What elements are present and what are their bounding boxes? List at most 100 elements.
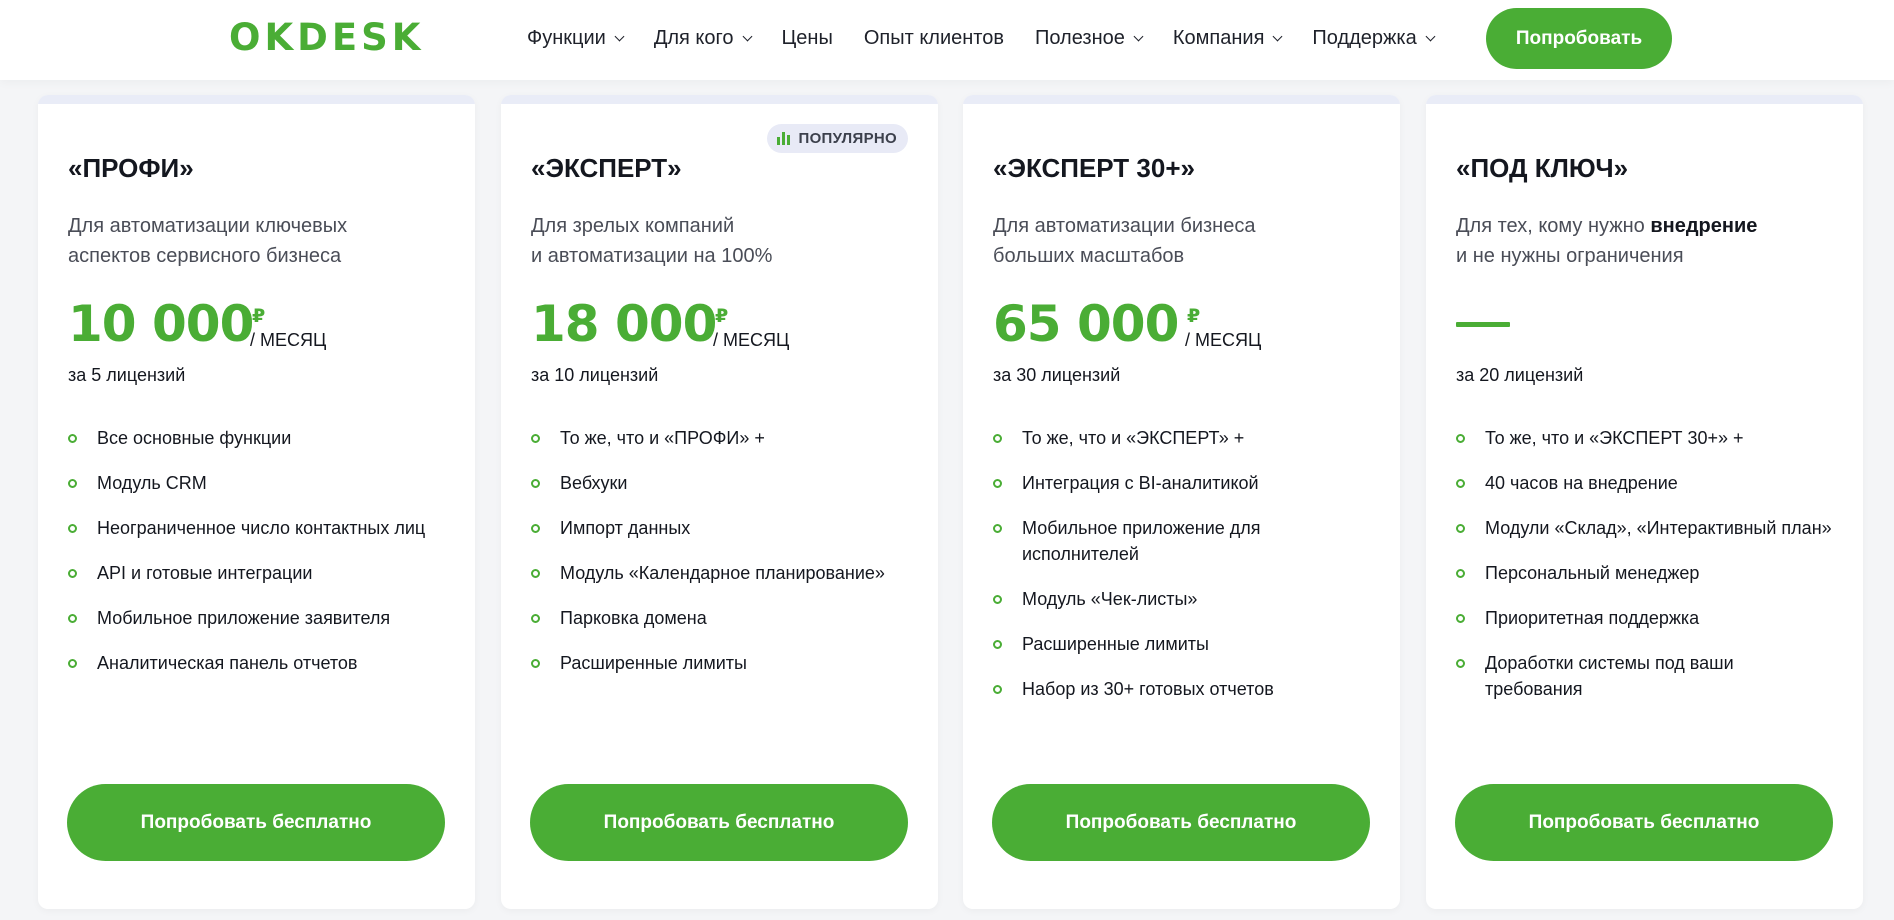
plan-description-line: Для автоматизации бизнеса xyxy=(993,215,1256,237)
feature-item: Интеграция с BI-аналитикой xyxy=(993,470,1373,496)
feature-item: Модуль «Календарное планирование» xyxy=(531,560,911,586)
main-nav: Функции Для кого Цены Опыт клиентов Поле… xyxy=(527,0,1465,77)
plan-description: Для автоматизации бизнеса больших масшта… xyxy=(993,211,1383,271)
feature-item: Все основные функции xyxy=(68,425,448,451)
nav-item-label: Опыт клиентов xyxy=(863,27,1004,49)
card-top-stripe xyxy=(501,95,938,104)
feature-text: Парковка домена xyxy=(560,608,707,628)
plan-price: 65 000 xyxy=(993,295,1179,353)
feature-text: Вебхуки xyxy=(560,473,628,493)
nav-item-label: Поддержка xyxy=(1312,27,1417,49)
feature-item: Мобильное приложение заявителя xyxy=(68,605,448,631)
feature-list: То же, что и «ПРОФИ» + Вебхуки Импорт да… xyxy=(531,425,911,695)
feature-item: Доработки системы под ваши требования xyxy=(1456,650,1836,702)
card-top-stripe xyxy=(38,95,475,104)
bullet-circle-icon xyxy=(993,595,1002,604)
license-count: за 20 лицензий xyxy=(1456,365,1584,385)
plan-description-line: и автоматизации на 100% xyxy=(531,245,773,267)
feature-list: То же, что и «ЭКСПЕРТ» + Интеграция с BI… xyxy=(993,425,1373,721)
nav-item-label: Полезное xyxy=(1035,27,1125,49)
chevron-down-icon xyxy=(742,31,752,42)
feature-list: Все основные функции Модуль CRM Неограни… xyxy=(68,425,448,695)
nav-item-functions[interactable]: Функции xyxy=(527,27,625,50)
feature-text: Модуль «Чек-листы» xyxy=(1022,589,1198,609)
plan-description: Для зрелых компаний и автоматизации на 1… xyxy=(531,211,921,271)
try-free-button[interactable]: Попробовать бесплатно xyxy=(992,784,1370,861)
feature-item: Модуль CRM xyxy=(68,470,448,496)
bullet-circle-icon xyxy=(68,614,77,623)
bullet-circle-icon xyxy=(1456,524,1465,533)
plan-description-line: Для зрелых компаний xyxy=(531,215,735,237)
plan-title: «ЭКСПЕРТ 30+» xyxy=(993,153,1195,183)
try-free-button[interactable]: Попробовать бесплатно xyxy=(67,784,445,861)
plan-description: Для автоматизации ключевых аспектов серв… xyxy=(68,211,458,271)
bullet-circle-icon xyxy=(993,685,1002,694)
feature-text: Неограниченное число контактных лиц xyxy=(97,518,426,538)
bullet-circle-icon xyxy=(531,659,540,668)
feature-item: Парковка домена xyxy=(531,605,911,631)
feature-item: Расширенные лимиты xyxy=(531,650,911,676)
popular-badge: ПОПУЛЯРНО xyxy=(767,124,908,153)
feature-item: Модули «Склад», «Интерактивный план» xyxy=(1456,515,1836,541)
bullet-circle-icon xyxy=(1456,479,1465,488)
feature-list: То же, что и «ЭКСПЕРТ 30+» + 40 часов на… xyxy=(1456,425,1836,721)
nav-item-company[interactable]: Компания xyxy=(1172,27,1283,50)
bullet-circle-icon xyxy=(1456,569,1465,578)
plan-card-expert-30: «ЭКСПЕРТ 30+» Для автоматизации бизнеса … xyxy=(963,95,1400,909)
plan-card-expert: ПОПУЛЯРНО «ЭКСПЕРТ» Для зрелых компаний … xyxy=(501,95,938,909)
feature-text: Персональный менеджер xyxy=(1485,563,1700,583)
chevron-down-icon xyxy=(1133,31,1144,42)
plan-price: 10 000 xyxy=(68,295,254,353)
feature-text: Импорт данных xyxy=(560,518,691,538)
plan-title: «ЭКСПЕРТ» xyxy=(531,153,682,183)
feature-item: Набор из 30+ готовых отчетов xyxy=(993,676,1373,702)
plan-description-line: Для автоматизации ключевых xyxy=(68,215,348,237)
feature-text: То же, что и «ЭКСПЕРТ 30+» + xyxy=(1485,428,1744,448)
feature-text: Мобильное приложение для исполнителей xyxy=(1022,518,1261,564)
bullet-circle-icon xyxy=(68,524,77,533)
nav-item-label: Компания xyxy=(1172,27,1265,49)
feature-item: Персональный менеджер xyxy=(1456,560,1836,586)
nav-item-useful[interactable]: Полезное xyxy=(1035,27,1144,50)
price-dash xyxy=(1456,322,1510,327)
nav-item-for-whom[interactable]: Для кого xyxy=(654,27,752,50)
feature-text: 40 часов на внедрение xyxy=(1485,473,1678,493)
feature-text: Набор из 30+ готовых отчетов xyxy=(1022,679,1274,699)
feature-item: Аналитическая панель отчетов xyxy=(68,650,448,676)
feature-text: Расширенные лимиты xyxy=(1022,634,1209,654)
try-button[interactable]: Попробовать xyxy=(1486,8,1672,69)
feature-item: То же, что и «ПРОФИ» + xyxy=(531,425,911,451)
site-header: OKDESK Функции Для кого Цены Опыт клиент… xyxy=(0,0,1894,80)
feature-item: То же, что и «ЭКСПЕРТ» + xyxy=(993,425,1373,451)
feature-text: Интеграция с BI-аналитикой xyxy=(1022,473,1259,493)
nav-item-client-experience[interactable]: Опыт клиентов xyxy=(864,27,1004,50)
price-period: / МЕСЯЦ xyxy=(713,330,790,350)
plan-card-profi: «ПРОФИ» Для автоматизации ключевых аспек… xyxy=(38,95,475,909)
currency-sign: ₽ xyxy=(715,306,729,327)
currency-sign: ₽ xyxy=(1187,306,1201,327)
plan-title: «ПОД КЛЮЧ» xyxy=(1456,153,1629,183)
plan-price: 18 000 xyxy=(531,295,717,353)
feature-text: Модуль CRM xyxy=(97,473,207,493)
plan-card-turnkey: «ПОД КЛЮЧ» Для тех, кому нужно внедрение… xyxy=(1426,95,1863,909)
price-period: / МЕСЯЦ xyxy=(1185,330,1262,350)
license-count: за 5 лицензий xyxy=(68,365,186,385)
feature-item: Мобильное приложение для исполнителей xyxy=(993,515,1373,567)
bullet-circle-icon xyxy=(531,569,540,578)
try-free-button[interactable]: Попробовать бесплатно xyxy=(530,784,908,861)
bullet-circle-icon xyxy=(531,524,540,533)
badge-label: ПОПУЛЯРНО xyxy=(798,130,897,147)
okdesk-logo[interactable]: OKDESK xyxy=(229,16,424,59)
nav-item-support[interactable]: Поддержка xyxy=(1312,27,1436,50)
bullet-circle-icon xyxy=(993,434,1002,443)
feature-item: Модуль «Чек-листы» xyxy=(993,586,1373,612)
bullet-circle-icon xyxy=(68,569,77,578)
try-free-button[interactable]: Попробовать бесплатно xyxy=(1455,784,1833,861)
feature-text: API и готовые интеграции xyxy=(97,563,313,583)
bullet-circle-icon xyxy=(68,434,77,443)
feature-item: Импорт данных xyxy=(531,515,911,541)
feature-text: То же, что и «ЭКСПЕРТ» + xyxy=(1022,428,1245,448)
feature-item: Неограниченное число контактных лиц xyxy=(68,515,448,541)
nav-item-prices[interactable]: Цены xyxy=(782,27,833,50)
bullet-circle-icon xyxy=(993,640,1002,649)
